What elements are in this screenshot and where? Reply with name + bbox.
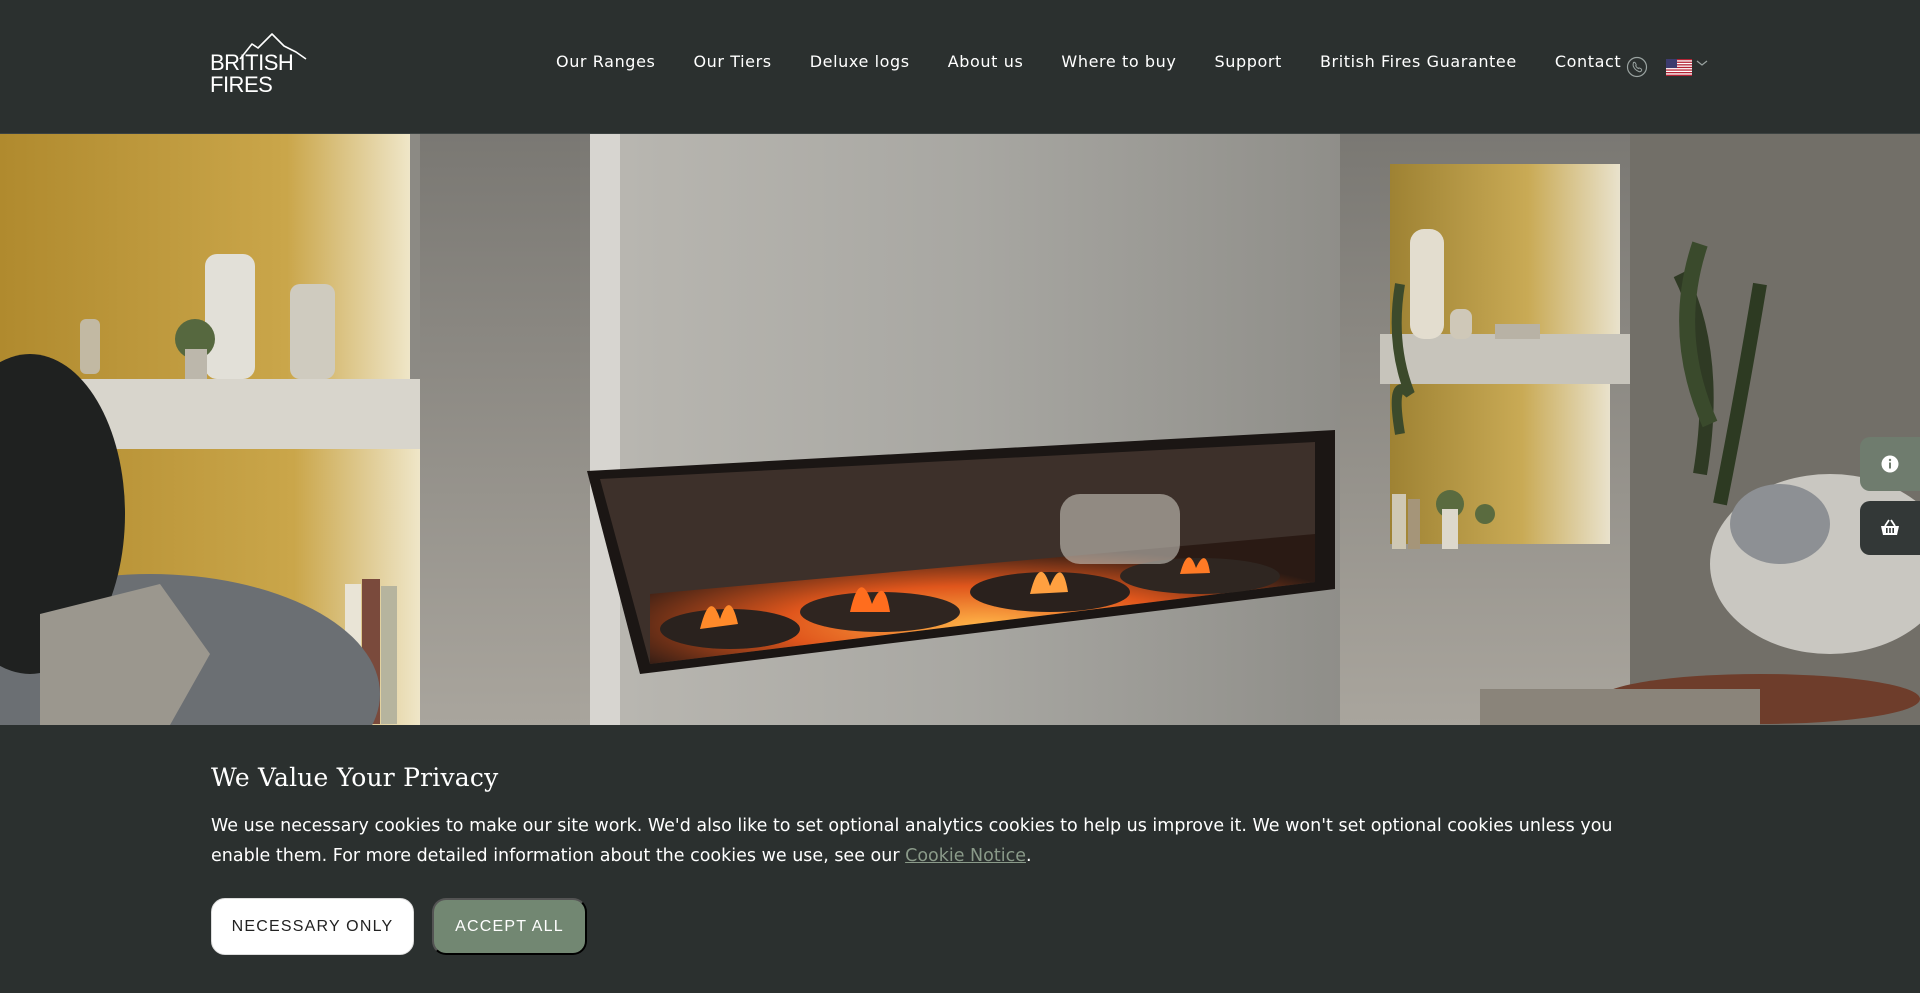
nav-our-tiers[interactable]: Our Tiers: [693, 52, 771, 71]
nav-deluxe-logs[interactable]: Deluxe logs: [810, 52, 910, 71]
cookie-description: We use necessary cookies to make our sit…: [211, 811, 1671, 871]
nav-about-us[interactable]: About us: [948, 52, 1024, 71]
us-flag-icon[interactable]: [1666, 59, 1692, 76]
nav-where-to-buy[interactable]: Where to buy: [1061, 52, 1176, 71]
fireplace-room-illustration: [0, 134, 1920, 725]
nav-british-fires-guarantee[interactable]: British Fires Guarantee: [1320, 52, 1517, 71]
basket-widget-button[interactable]: [1860, 501, 1920, 555]
nav-our-ranges[interactable]: Our Ranges: [556, 52, 655, 71]
nav-support[interactable]: Support: [1214, 52, 1281, 71]
cookie-text-end: .: [1025, 846, 1032, 866]
main-nav: Our Ranges Our Tiers Deluxe logs About u…: [556, 52, 1621, 71]
cookie-title: We Value Your Privacy: [211, 763, 499, 792]
necessary-only-button[interactable]: NECESSARY ONLY: [211, 898, 414, 955]
cookie-banner: We Value Your Privacy We use necessary c…: [0, 725, 1920, 993]
nav-contact[interactable]: Contact: [1555, 52, 1621, 71]
logo-text: BRITISH FIRES: [210, 50, 294, 97]
info-widget-button[interactable]: [1860, 437, 1920, 491]
basket-icon: [1881, 519, 1899, 535]
chevron-down-icon[interactable]: [1696, 58, 1708, 68]
info-icon: [1881, 455, 1899, 473]
hero-image: [0, 134, 1920, 725]
phone-icon[interactable]: [1626, 56, 1648, 78]
british-fires-logo[interactable]: BRITISH FIRES: [210, 32, 310, 104]
logo-line-2: FIRES: [210, 72, 273, 97]
accept-all-button[interactable]: ACCEPT ALL: [432, 898, 587, 955]
cookie-notice-link[interactable]: Cookie Notice: [905, 846, 1026, 866]
logo-line-1: BRITISH: [210, 50, 294, 75]
site-header: BRITISH FIRES Our Ranges Our Tiers Delux…: [0, 0, 1920, 134]
